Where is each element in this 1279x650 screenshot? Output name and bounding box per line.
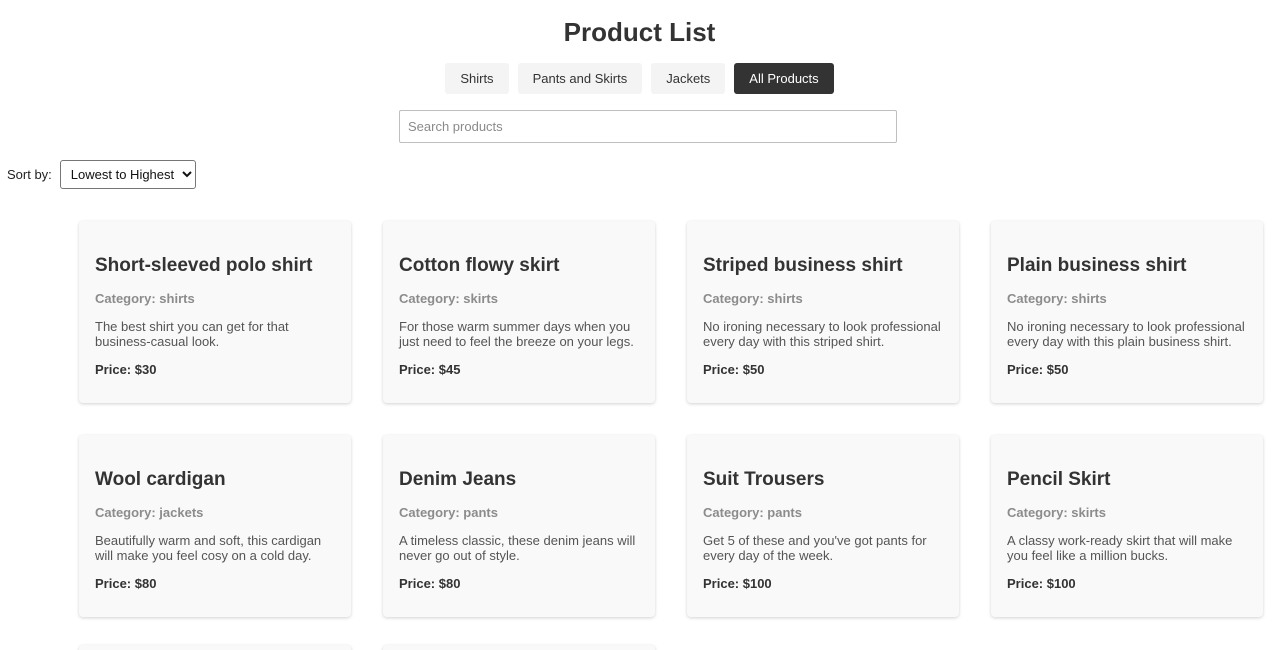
product-card[interactable]: Suit Trousers Category: pants Get 5 of t… [687,435,959,617]
product-list-page: Product List Shirts Pants and Skirts Jac… [0,0,1279,650]
product-category: Category: pants [399,505,498,520]
product-title: Cotton flowy skirt [399,255,560,276]
page-title: Product List [563,17,716,47]
product-category: Category: jackets [95,505,204,520]
product-grid: Short-sleeved polo shirt Category: shirt… [79,221,1263,617]
filter-pants-skirts-button[interactable]: Pants and Skirts [517,63,643,94]
product-price: Price: $100 [1007,576,1076,591]
sort-control: Sort by: Lowest to Highest [7,159,196,189]
product-title: Pencil Skirt [1007,469,1111,490]
sort-select[interactable]: Lowest to Highest [59,159,196,189]
next-row-cards [79,645,655,650]
product-description: A classy work-ready skirt that will make… [1007,533,1233,563]
product-card[interactable]: Short-sleeved polo shirt Category: shirt… [79,221,351,403]
search-input[interactable] [399,110,897,143]
product-card[interactable]: Wool cardigan Category: jackets Beautifu… [79,435,351,617]
product-category: Category: pants [703,505,802,520]
product-description: Get 5 of these and you've got pants for … [703,533,927,563]
product-card[interactable]: Denim Jeans Category: pants A timeless c… [383,435,655,617]
product-description: Beautifully warm and soft, this cardigan… [95,533,322,563]
product-category: Category: skirts [399,291,498,306]
product-price: Price: $80 [399,576,461,591]
product-card[interactable]: Pencil Skirt Category: skirts A classy w… [991,435,1263,617]
product-category: Category: shirts [95,291,195,306]
product-title: Suit Trousers [703,469,825,490]
product-price: Price: $30 [95,362,157,377]
product-price: Price: $45 [399,362,461,377]
product-category: Category: shirts [1007,291,1107,306]
product-description: The best shirt you can get for that busi… [95,319,289,349]
product-card[interactable]: Plain business shirt Category: shirts No… [991,221,1263,403]
product-card[interactable]: Striped business shirt Category: shirts … [687,221,959,403]
product-description: A timeless classic, these denim jeans wi… [399,533,636,563]
product-description: No ironing necessary to look professiona… [703,319,941,349]
product-title: Denim Jeans [399,469,517,490]
product-price: Price: $100 [703,576,772,591]
product-price: Price: $50 [703,362,765,377]
product-description: For those warm summer days when you just… [399,319,634,349]
product-title: Plain business shirt [1007,255,1187,276]
product-category: Category: shirts [703,291,803,306]
product-price: Price: $80 [95,576,157,591]
category-filter-bar: Shirts Pants and Skirts Jackets All Prod… [0,63,1279,94]
sort-label: Sort by: [7,166,52,182]
product-title: Wool cardigan [95,469,226,490]
product-price: Price: $50 [1007,362,1069,377]
product-card[interactable]: Cotton flowy skirt Category: skirts For … [383,221,655,403]
product-title: Short-sleeved polo shirt [95,255,313,276]
product-card-partial[interactable] [79,645,351,650]
product-category: Category: skirts [1007,505,1106,520]
filter-shirts-button[interactable]: Shirts [445,63,509,94]
filter-all-products-button[interactable]: All Products [734,63,834,94]
filter-jackets-button[interactable]: Jackets [651,63,726,94]
product-card-partial[interactable] [383,645,655,650]
product-description: No ironing necessary to look professiona… [1007,319,1245,349]
product-title: Striped business shirt [703,255,903,276]
